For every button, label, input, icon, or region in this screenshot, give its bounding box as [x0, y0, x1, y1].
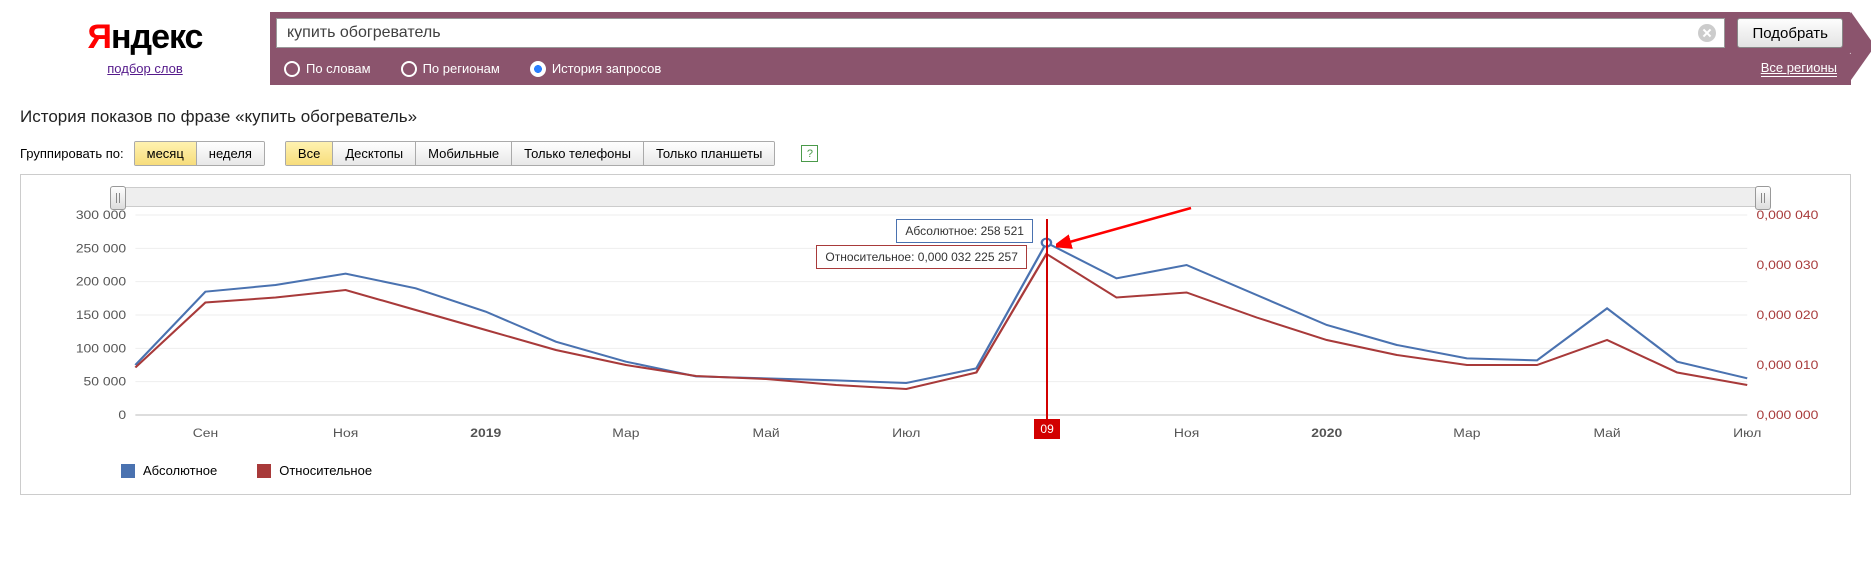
svg-text:150 000: 150 000: [76, 308, 126, 322]
wordstat-link[interactable]: подбор слов: [107, 61, 182, 76]
group-segment: месяц неделя: [134, 141, 265, 166]
device-all[interactable]: Все: [286, 142, 333, 165]
svg-text:300 000: 300 000: [76, 208, 126, 222]
svg-text:Сен: Сен: [193, 426, 218, 440]
group-month[interactable]: месяц: [135, 142, 197, 165]
svg-text:Мар: Мар: [612, 426, 639, 440]
svg-text:50 000: 50 000: [84, 375, 127, 389]
svg-text:Ноя: Ноя: [333, 426, 358, 440]
tooltip-absolute: Абсолютное: 258 521: [896, 219, 1033, 243]
group-label: Группировать по:: [20, 146, 124, 161]
svg-text:0,000 000: 0,000 000: [1757, 408, 1819, 422]
device-phones[interactable]: Только телефоны: [512, 142, 644, 165]
svg-text:Май: Май: [752, 426, 779, 440]
tooltip-relative: Относительное: 0,000 032 225 257: [816, 245, 1026, 269]
svg-text:Май: Май: [1593, 426, 1620, 440]
svg-text:Июл: Июл: [1733, 426, 1761, 440]
legend-absolute: Абсолютное: [121, 463, 217, 478]
svg-text:0,000 020: 0,000 020: [1757, 308, 1819, 322]
svg-text:2020: 2020: [1311, 426, 1342, 440]
svg-text:0,000 040: 0,000 040: [1757, 208, 1819, 222]
chart-panel: 0 50 000 100 000 150 000 200 000 250 000 300 0…: [20, 174, 1851, 495]
svg-text:250 000: 250 000: [76, 241, 126, 255]
svg-text:0: 0: [118, 408, 126, 422]
svg-text:Июл: Июл: [892, 426, 920, 440]
page-title: История показов по фразе «купить обогрев…: [20, 107, 1851, 127]
device-tablets[interactable]: Только планшеты: [644, 142, 774, 165]
svg-text:200 000: 200 000: [76, 275, 126, 289]
legend: Абсолютное Относительное: [31, 463, 1840, 478]
highlight-flag: 09: [1034, 419, 1059, 439]
device-segment: Все Десктопы Мобильные Только телефоны Т…: [285, 141, 775, 166]
legend-relative: Относительное: [257, 463, 372, 478]
regions-link[interactable]: Все регионы: [1761, 60, 1837, 77]
submit-button[interactable]: Подобрать: [1737, 18, 1843, 48]
svg-text:2019: 2019: [470, 426, 501, 440]
device-mobile[interactable]: Мобильные: [416, 142, 512, 165]
radio-by-words[interactable]: По словам: [284, 61, 371, 77]
query-input[interactable]: [285, 23, 1698, 43]
clear-icon[interactable]: [1698, 24, 1716, 42]
svg-text:0,000 010: 0,000 010: [1757, 358, 1819, 372]
svg-text:Ноя: Ноя: [1174, 426, 1199, 440]
arrow-annotation: [1056, 203, 1196, 253]
device-desktop[interactable]: Десктопы: [333, 142, 416, 165]
help-icon[interactable]: ?: [801, 145, 818, 162]
radio-by-regions[interactable]: По регионам: [401, 61, 500, 77]
group-week[interactable]: неделя: [197, 142, 264, 165]
svg-text:100 000: 100 000: [76, 341, 126, 355]
radio-history[interactable]: История запросов: [530, 61, 662, 77]
logo: Яндекс: [88, 18, 203, 57]
svg-text:Мар: Мар: [1453, 426, 1480, 440]
svg-text:0,000 030: 0,000 030: [1757, 258, 1819, 272]
